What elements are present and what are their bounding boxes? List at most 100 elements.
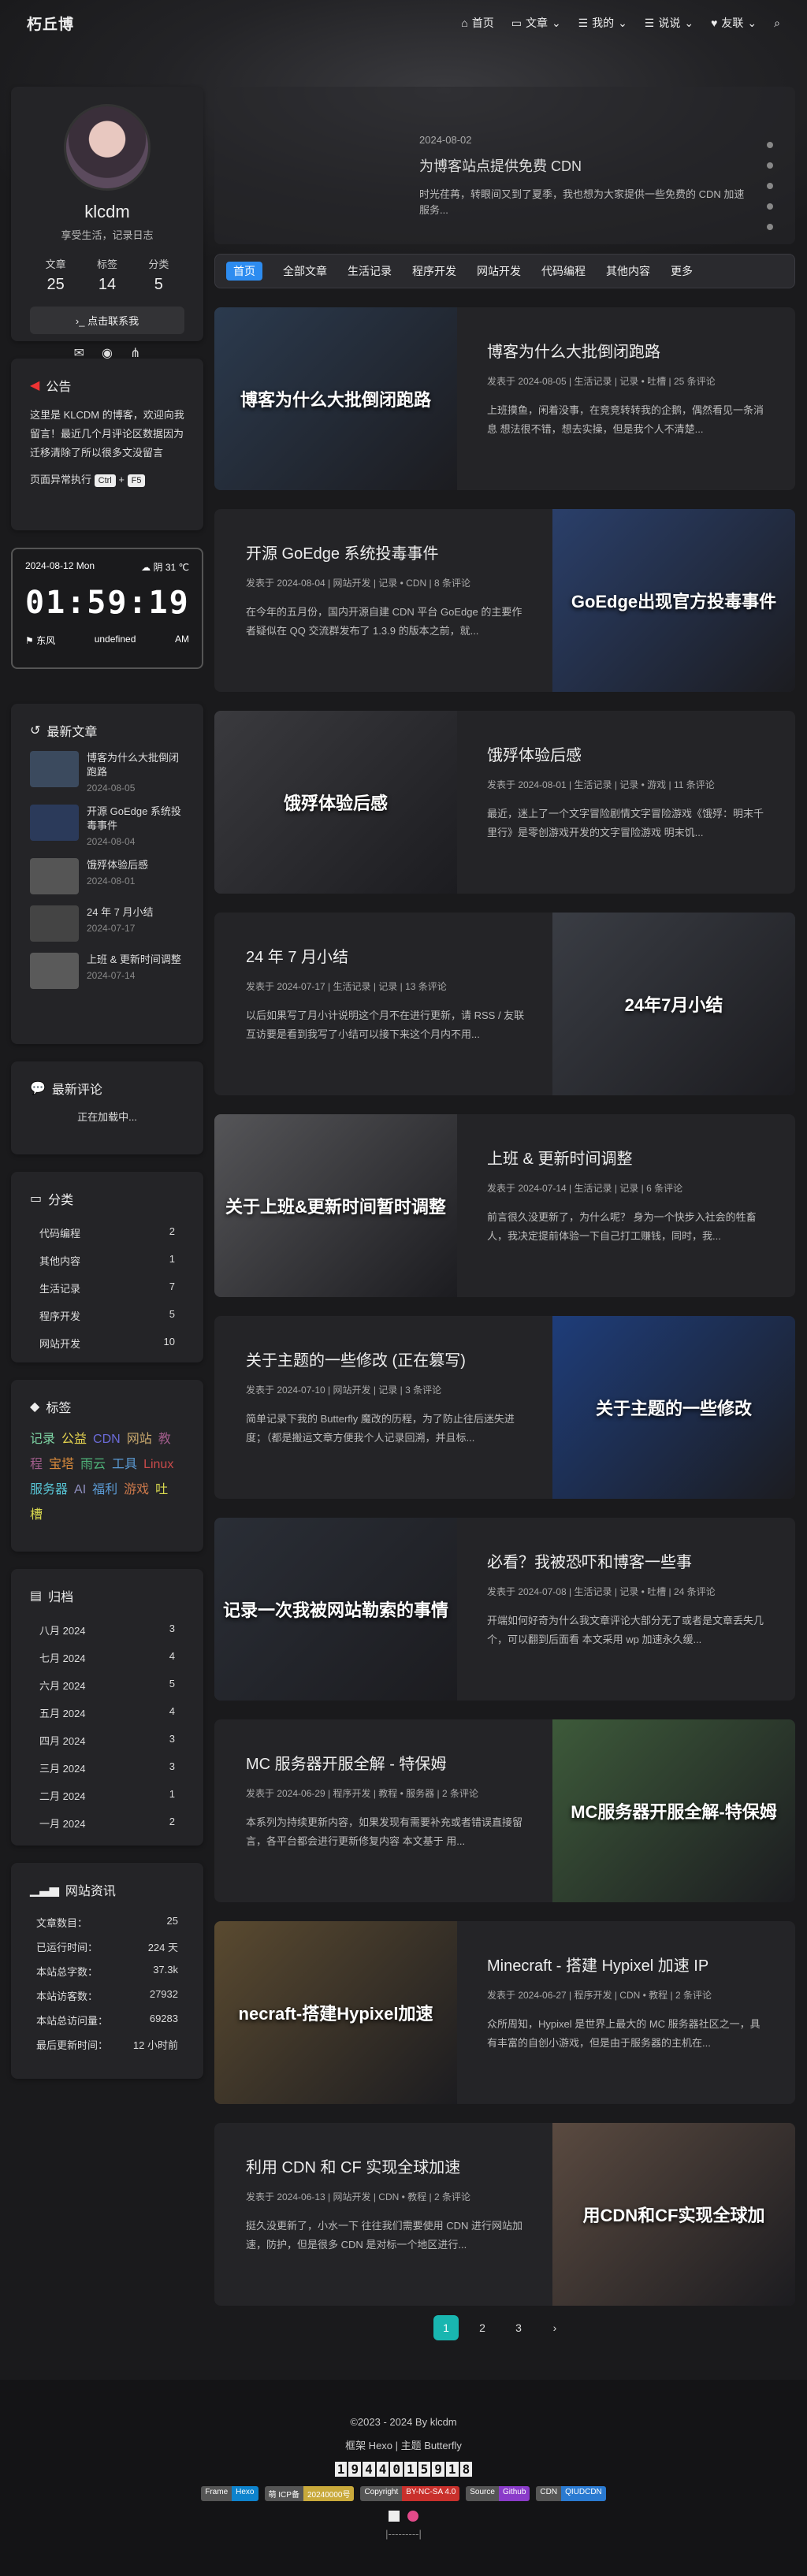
tag-link[interactable]: 游戏 [124, 1483, 149, 1496]
tag-link[interactable]: 福利 [92, 1483, 117, 1496]
banner-dot[interactable] [767, 183, 773, 189]
post-card[interactable]: 利用 CDN 和 CF 实现全球加速 发表于 2024-06-13 | 网站开发 … [214, 2123, 795, 2306]
post-title[interactable]: 必看？我被恐吓和博客一些事 [487, 1549, 767, 1572]
contact-button[interactable]: ›_ 点击联系我 [30, 307, 184, 334]
categories-row[interactable]: 程序开发 5 [30, 1302, 184, 1329]
archives-row[interactable]: 四月 2024 3 [30, 1727, 184, 1754]
archives-row[interactable]: 五月 2024 4 [30, 1699, 184, 1727]
post-card[interactable]: 开源 GoEdge 系统投毒事件 发表于 2024-08-04 | 网站开发 | … [214, 509, 795, 692]
categories-row[interactable]: 生活记录 7 [30, 1274, 184, 1302]
tag-link[interactable]: Linux [143, 1458, 173, 1471]
categories-row[interactable]: 其他内容 1 [30, 1247, 184, 1274]
footer-badge[interactable]: Copyright BY-NC-SA 4.0 [360, 2486, 460, 2501]
recent-post-thumbnail [30, 953, 79, 989]
site-brand[interactable]: 朽丘博 [27, 13, 74, 34]
archives-row[interactable]: 三月 2024 3 [30, 1754, 184, 1782]
post-cover[interactable]: 饿殍体验后感 [214, 711, 457, 894]
post-card[interactable]: MC 服务器开服全解 - 特保姆 发表于 2024-06-29 | 程序开发 | … [214, 1719, 795, 1902]
post-cover[interactable]: MC服务器开服全解-特保姆 [552, 1719, 795, 1902]
tag-link[interactable]: 服务器 [30, 1483, 68, 1496]
page-button[interactable]: 2 [470, 2315, 495, 2340]
post-card[interactable]: 博客为什么大批倒闭跑路 博客为什么大批倒闭跑路 发表于 2024-08-05 | 生… [214, 307, 795, 490]
post-cover[interactable]: 博客为什么大批倒闭跑路 [214, 307, 457, 490]
featured-banner[interactable]: 2024-08-02 为博客站点提供免费 CDN 时光荏苒，转眼间又到了夏季，我… [214, 87, 795, 244]
nav-articles[interactable]: ▭ 文章 ⌄ [511, 15, 561, 31]
recent-post-item[interactable]: 上班 & 更新时间调整 2024-07-14 [30, 953, 184, 989]
search-icon[interactable]: ⌕ [774, 17, 780, 30]
post-cover[interactable]: 关于主题的一些修改 [552, 1316, 795, 1499]
tag-link[interactable]: 公益 [61, 1433, 87, 1446]
tag-link[interactable]: 工具 [112, 1458, 137, 1471]
clock-date: 2024-08-12 Mon [25, 560, 95, 571]
email-icon[interactable]: ✉ [74, 345, 84, 361]
archives-row[interactable]: 七月 2024 4 [30, 1644, 184, 1671]
recent-post-item[interactable]: 饿殍体验后感 2024-08-01 [30, 858, 184, 894]
recent-post-item[interactable]: 24 年 7 月小结 2024-07-17 [30, 905, 184, 942]
tag-link[interactable]: 网站 [127, 1433, 152, 1446]
next-page-button[interactable]: › [542, 2315, 567, 2340]
tags-card: ◆ 标签 记录 公益 CDN 网站 教程 宝塔 雨云 工具 Linux服务器 AI 福利 游戏 吐槽 [11, 1380, 203, 1552]
post-card[interactable]: necraft-搭建Hypixel加速 Minecraft - 搭建 Hypixe… [214, 1921, 795, 2104]
category-tab[interactable]: 首页 [226, 262, 262, 281]
banner-dot[interactable] [767, 142, 773, 148]
category-tab[interactable]: 网站开发 [477, 263, 521, 279]
category-tab[interactable]: 程序开发 [412, 263, 456, 279]
post-card[interactable]: 记录一次我被网站勒索的事情 必看？我被恐吓和博客一些事 发表于 2024-07-08… [214, 1518, 795, 1701]
post-title[interactable]: Minecraft - 搭建 Hypixel 加速 IP [487, 1953, 767, 1976]
footer-badge[interactable]: CDN QIUDCDN [536, 2486, 606, 2501]
nav-mine[interactable]: ☰ 我的 ⌄ [578, 15, 627, 31]
archives-row[interactable]: 六月 2024 5 [30, 1671, 184, 1699]
post-title[interactable]: 开源 GoEdge 系统投毒事件 [246, 541, 529, 563]
footer-badge[interactable]: 萌 ICP备 20240000号 [264, 2486, 355, 2501]
footer-badge[interactable]: Source Github [466, 2486, 530, 2501]
categories-row[interactable]: 网站开发 10 [30, 1329, 184, 1357]
category-tab[interactable]: 代码编程 [541, 263, 586, 279]
recent-post-item[interactable]: 开源 GoEdge 系统投毒事件 2024-08-04 [30, 805, 184, 847]
stat-tags[interactable]: 标签 14 [97, 256, 117, 294]
banner-dot[interactable] [767, 162, 773, 169]
post-cover[interactable]: 记录一次我被网站勒索的事情 [214, 1518, 457, 1701]
tag-link[interactable]: CDN [93, 1433, 121, 1446]
post-title[interactable]: 博客为什么大批倒闭跑路 [487, 339, 767, 362]
post-cover[interactable]: 用CDN和CF实现全球加 [552, 2123, 795, 2306]
rss-icon[interactable]: ◉ [102, 345, 113, 361]
tag-link[interactable]: AI [74, 1483, 86, 1496]
post-title[interactable]: 饿殍体验后感 [487, 742, 767, 765]
post-title[interactable]: 关于主题的一些修改 (正在篡写) [246, 1347, 529, 1370]
page-button[interactable]: 3 [506, 2315, 531, 2340]
tag-link[interactable]: 宝塔 [49, 1458, 74, 1471]
tag-link[interactable]: 雨云 [80, 1458, 106, 1471]
stat-categories[interactable]: 分类 5 [148, 256, 169, 294]
post-card[interactable]: 饿殍体验后感 饿殍体验后感 发表于 2024-08-01 | 生活记录 | 记录 •… [214, 711, 795, 894]
categories-row[interactable]: 代码编程 2 [30, 1219, 184, 1247]
nav-home[interactable]: ⌂ 首页 [461, 15, 493, 31]
category-tab[interactable]: 更多 [671, 263, 693, 279]
post-cover[interactable]: 关于上班&更新时间暂时调整 [214, 1114, 457, 1297]
nav-links[interactable]: ♥ 友联 ⌄ [711, 15, 757, 31]
banner-dot[interactable] [767, 224, 773, 230]
page-button[interactable]: 1 [433, 2315, 459, 2340]
category-tab[interactable]: 其他内容 [606, 263, 650, 279]
post-cover[interactable]: necraft-搭建Hypixel加速 [214, 1921, 457, 2104]
post-title[interactable]: MC 服务器开服全解 - 特保姆 [246, 1751, 529, 1774]
category-tab[interactable]: 全部文章 [283, 263, 327, 279]
post-cover[interactable]: GoEdge出现官方投毒事件 [552, 509, 795, 692]
archives-row[interactable]: 八月 2024 3 [30, 1616, 184, 1644]
post-card[interactable]: 关于主题的一些修改 (正在篡写) 发表于 2024-07-10 | 网站开发 | … [214, 1316, 795, 1499]
recent-post-item[interactable]: 博客为什么大批倒闭跑路 2024-08-05 [30, 751, 184, 794]
post-card[interactable]: 关于上班&更新时间暂时调整 上班 & 更新时间调整 发表于 2024-07-14 |… [214, 1114, 795, 1297]
banner-dot[interactable] [767, 203, 773, 210]
sitemap-icon[interactable]: ⋔ [130, 345, 140, 361]
footer-badge[interactable]: Frame Hexo [201, 2486, 258, 2501]
post-title[interactable]: 利用 CDN 和 CF 实现全球加速 [246, 2154, 529, 2177]
tag-link[interactable]: 记录 [30, 1433, 55, 1446]
post-title[interactable]: 24 年 7 月小结 [246, 944, 529, 967]
archives-row[interactable]: 一月 2024 2 [30, 1809, 184, 1837]
post-card[interactable]: 24 年 7 月小结 发表于 2024-07-17 | 生活记录 | 记录 | 1… [214, 913, 795, 1095]
stat-articles[interactable]: 文章 25 [46, 256, 66, 294]
post-title[interactable]: 上班 & 更新时间调整 [487, 1146, 767, 1169]
post-cover[interactable]: 24年7月小结 [552, 913, 795, 1095]
category-tab[interactable]: 生活记录 [348, 263, 392, 279]
archives-row[interactable]: 二月 2024 1 [30, 1782, 184, 1809]
nav-talk[interactable]: ☰ 说说 ⌄ [645, 15, 694, 31]
